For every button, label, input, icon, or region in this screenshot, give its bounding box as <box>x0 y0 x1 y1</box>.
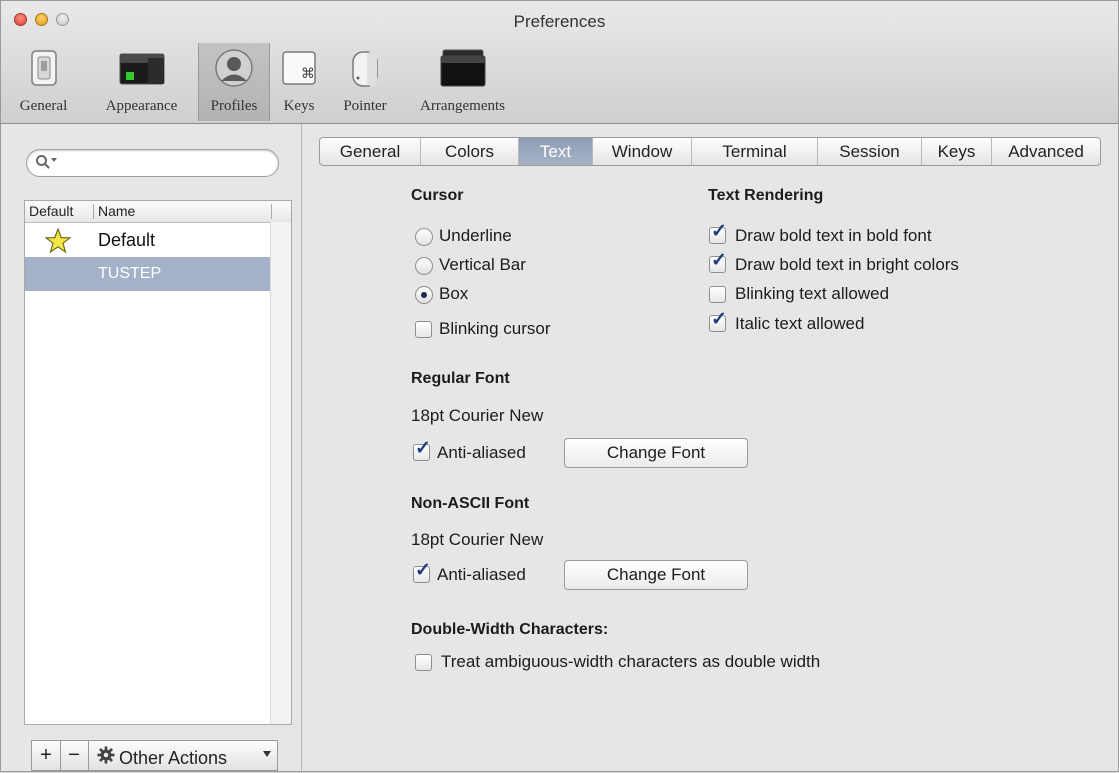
non-ascii-change-font-button[interactable]: Change Font <box>564 560 748 590</box>
regular-anti-aliased-checkbox[interactable]: ✓ <box>413 439 431 461</box>
gear-icon <box>97 746 115 764</box>
bright-colors-label: Draw bold text in bright colors <box>735 255 959 274</box>
cursor-heading: Cursor <box>411 187 464 204</box>
tab-advanced[interactable]: Advanced <box>992 138 1100 165</box>
profile-row-default[interactable]: Default <box>25 223 271 257</box>
toolbar-label: Pointer <box>343 98 387 114</box>
window-title: Preferences <box>513 12 606 31</box>
search-menu-caret <box>51 158 57 162</box>
tab-terminal[interactable]: Terminal <box>692 138 818 165</box>
profile-name: Default <box>98 230 156 250</box>
non-ascii-anti-aliased-label: Anti-aliased <box>437 565 526 584</box>
toolbar-profiles[interactable]: Profiles <box>198 43 270 121</box>
regular-font-heading: Regular Font <box>411 370 510 387</box>
bold-font-checkbox[interactable]: ✓ <box>709 222 727 244</box>
cursor-box-radio[interactable] <box>415 286 433 304</box>
default-star-icon <box>45 228 71 254</box>
check-mark-icon: ✓ <box>711 309 727 330</box>
window-arrangement-icon <box>440 49 485 87</box>
double-width-heading: Double-Width Characters: <box>411 621 609 638</box>
preferences-window: Preferences General Appearance Profiles … <box>0 0 1119 773</box>
tab-window[interactable]: Window <box>593 138 692 165</box>
toolbar-appearance[interactable]: Appearance <box>89 43 194 121</box>
other-actions-label: Other Actions <box>119 748 228 768</box>
bold-font-label: Draw bold text in bold font <box>735 226 932 245</box>
other-actions-button[interactable]: Other Actions <box>88 741 277 770</box>
remove-profile-button[interactable]: − <box>60 741 89 770</box>
double-width-label: Treat ambiguous-width characters as doub… <box>441 652 821 671</box>
chevron-down-icon <box>263 751 271 757</box>
column-separator <box>93 204 94 219</box>
toolbar-pointer[interactable]: Pointer <box>331 43 399 121</box>
toolbar-keys[interactable]: ⌘ Keys <box>273 43 325 121</box>
check-mark-icon: ✓ <box>415 560 431 581</box>
text-rendering-heading: Text Rendering <box>708 187 824 204</box>
profile-row-tustep[interactable]: TUSTEP <box>25 257 271 291</box>
column-default[interactable]: Default <box>29 203 73 219</box>
list-header: Default Name <box>25 201 291 223</box>
tab-general[interactable]: General <box>320 138 421 165</box>
blinking-text-checkbox[interactable] <box>709 286 726 303</box>
toolbar-general[interactable]: General <box>1 43 86 121</box>
tab-colors[interactable]: Colors <box>421 138 519 165</box>
regular-anti-aliased-label: Anti-aliased <box>437 443 526 462</box>
add-profile-button[interactable]: + <box>32 741 61 770</box>
profile-actions-bar: + − Other Actions <box>31 740 278 771</box>
profile-list[interactable]: Default Name Default TUSTEP <box>24 200 292 725</box>
profile-name: TUSTEP <box>98 265 162 282</box>
italic-text-checkbox[interactable]: ✓ <box>709 310 727 332</box>
cursor-underline-radio[interactable] <box>415 228 433 246</box>
pane-divider[interactable] <box>301 124 302 773</box>
profile-search-field[interactable] <box>26 149 279 177</box>
regular-change-font-button[interactable]: Change Font <box>564 438 748 468</box>
radio-selected-dot <box>421 292 427 298</box>
regular-font-value: 18pt Courier New <box>411 406 544 425</box>
blinking-text-label: Blinking text allowed <box>735 284 890 303</box>
toolbar-arrangements[interactable]: Arrangements <box>405 43 520 121</box>
toolbar-label: Arrangements <box>420 98 505 114</box>
toolbar-label: Profiles <box>210 98 258 114</box>
tab-text[interactable]: Text <box>519 138 593 165</box>
non-ascii-anti-aliased-checkbox[interactable]: ✓ <box>413 561 431 583</box>
check-mark-icon: ✓ <box>711 221 727 242</box>
cursor-box-label: Box <box>439 284 469 303</box>
title-toolbar: Preferences General Appearance Profiles … <box>1 1 1118 124</box>
tab-keys[interactable]: Keys <box>922 138 992 165</box>
check-mark-icon: ✓ <box>711 250 727 271</box>
cursor-vertical-bar-radio[interactable] <box>415 257 433 275</box>
tab-session[interactable]: Session <box>818 138 922 165</box>
svg-text:⌘: ⌘ <box>301 66 315 82</box>
toolbar-label: Appearance <box>105 98 178 114</box>
toolbar-label: General <box>19 98 68 114</box>
non-ascii-font-heading: Non-ASCII Font <box>411 495 530 512</box>
italic-text-label: Italic text allowed <box>735 314 865 333</box>
cursor-vertical-bar-label: Vertical Bar <box>439 255 526 274</box>
toolbar-label: Keys <box>283 98 315 114</box>
non-ascii-font-value: 18pt Courier New <box>411 530 544 549</box>
list-scrollbar[interactable] <box>270 222 291 724</box>
switch-icon <box>30 50 57 86</box>
search-icon-handle <box>44 163 50 169</box>
column-name[interactable]: Name <box>98 203 135 219</box>
check-mark-icon: ✓ <box>415 438 431 459</box>
double-width-checkbox[interactable] <box>415 654 432 671</box>
bright-colors-checkbox[interactable]: ✓ <box>709 251 727 273</box>
blinking-cursor-checkbox[interactable] <box>415 321 432 338</box>
column-separator <box>271 204 272 219</box>
command-key-icon: ⌘ <box>282 51 316 85</box>
blinking-cursor-label: Blinking cursor <box>439 319 551 338</box>
cursor-underline-label: Underline <box>439 226 512 245</box>
mouse-icon <box>352 51 378 87</box>
appearance-icon <box>119 53 164 85</box>
profile-icon <box>215 49 253 87</box>
profile-tabs: General Colors Text Window Terminal Sess… <box>319 137 1101 166</box>
